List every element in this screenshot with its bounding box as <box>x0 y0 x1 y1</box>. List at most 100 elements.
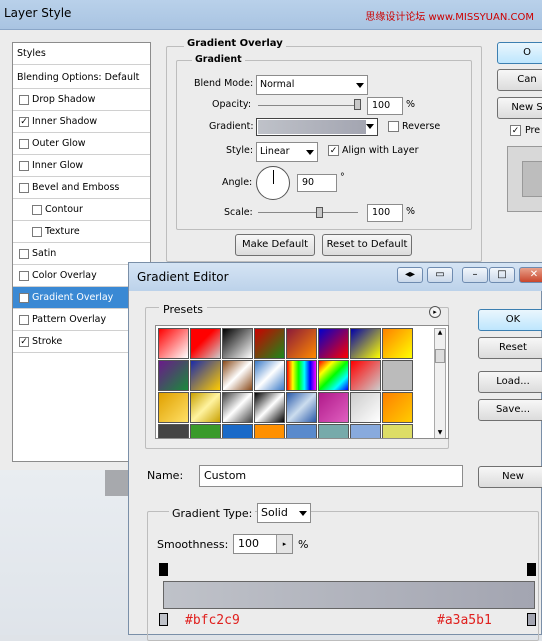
gradient-bar[interactable] <box>163 581 535 609</box>
preset-swatch[interactable] <box>318 360 349 391</box>
preset-swatch[interactable] <box>222 392 253 423</box>
checkbox-checked[interactable]: ✓ <box>19 337 29 347</box>
sidebar-item-bevel-emboss[interactable]: Bevel and Emboss <box>13 177 150 199</box>
sidebar-item-texture[interactable]: Texture <box>13 221 150 243</box>
scroll-thumb[interactable] <box>435 349 445 363</box>
preset-swatch[interactable] <box>254 392 285 423</box>
preset-swatch[interactable] <box>222 328 253 359</box>
preset-swatch[interactable] <box>350 328 381 359</box>
checkbox-checked[interactable]: ✓ <box>19 293 29 303</box>
preset-swatch[interactable] <box>382 328 413 359</box>
checkbox[interactable] <box>19 161 29 171</box>
smoothness-input[interactable]: 100 ▸ <box>233 534 293 554</box>
preset-swatch[interactable] <box>350 424 381 438</box>
preset-swatch[interactable] <box>382 392 413 423</box>
sidebar-item-contour[interactable]: Contour <box>13 199 150 221</box>
presets-scrollbar[interactable]: ▲ ▼ <box>434 328 446 438</box>
preset-swatch[interactable] <box>286 360 317 391</box>
sidebar-item-drop-shadow[interactable]: Drop Shadow <box>13 89 150 111</box>
preset-swatch[interactable] <box>158 424 189 438</box>
make-default-button[interactable]: Make Default <box>235 234 315 256</box>
checkbox[interactable] <box>19 183 29 193</box>
new-style-button[interactable]: New S <box>497 97 542 119</box>
color-stop-left[interactable] <box>159 613 168 626</box>
presets-menu-icon[interactable]: ▸ <box>429 306 441 318</box>
editor-save-button[interactable]: Save... <box>478 399 542 421</box>
preset-swatch[interactable] <box>350 392 381 423</box>
sidebar-item-inner-shadow[interactable]: ✓ Inner Shadow <box>13 111 150 133</box>
angle-dial[interactable] <box>256 166 290 200</box>
checkbox[interactable] <box>19 271 29 281</box>
preset-swatch[interactable] <box>190 328 221 359</box>
preset-swatch[interactable] <box>318 424 349 438</box>
ok-button[interactable]: O <box>497 42 542 64</box>
scale-slider-track[interactable] <box>258 212 358 213</box>
checkbox[interactable] <box>32 205 42 215</box>
chevron-down-icon[interactable] <box>366 124 374 129</box>
sidebar-item-blending-options[interactable]: Blending Options: Default <box>13 67 150 89</box>
preset-swatch[interactable] <box>254 328 285 359</box>
minimize-icon[interactable]: – <box>462 267 488 283</box>
preview-checkbox[interactable]: ✓ <box>510 125 521 136</box>
scale-slider-knob[interactable] <box>316 207 323 218</box>
preset-swatch[interactable] <box>158 328 189 359</box>
preset-swatch[interactable] <box>286 392 317 423</box>
preset-swatch[interactable] <box>318 392 349 423</box>
blend-mode-select[interactable]: Normal <box>256 75 368 95</box>
smoothness-arrow-icon[interactable]: ▸ <box>276 535 292 553</box>
preset-swatch[interactable] <box>190 424 221 438</box>
style-select[interactable]: Linear <box>256 142 318 162</box>
editor-ok-button[interactable]: OK <box>478 309 542 331</box>
scale-label: Scale: <box>224 207 253 218</box>
scroll-down-icon[interactable]: ▼ <box>435 429 445 438</box>
preset-swatch[interactable] <box>382 360 413 391</box>
preset-swatch[interactable] <box>190 360 221 391</box>
preset-swatch[interactable] <box>286 424 317 438</box>
editor-reset-button[interactable]: Reset <box>478 337 542 359</box>
checkbox[interactable] <box>19 249 29 259</box>
checkbox[interactable] <box>32 227 42 237</box>
opacity-stop-right[interactable] <box>527 563 536 576</box>
checkbox-checked[interactable]: ✓ <box>19 117 29 127</box>
sidebar-item-outer-glow[interactable]: Outer Glow <box>13 133 150 155</box>
preset-swatch[interactable] <box>190 392 221 423</box>
sidebar-item-inner-glow[interactable]: Inner Glow <box>13 155 150 177</box>
gradient-type-select[interactable]: Solid <box>257 503 311 523</box>
sidebar-item-styles[interactable]: Styles <box>13 43 150 65</box>
preset-swatch[interactable] <box>158 360 189 391</box>
gradient-editor-titlebar: Gradient Editor ◂▸ ▭ – □ ✕ <box>129 263 542 291</box>
preset-swatch[interactable] <box>222 424 253 438</box>
checkbox[interactable] <box>19 315 29 325</box>
editor-load-button[interactable]: Load... <box>478 371 542 393</box>
scale-input[interactable]: 100 <box>367 204 403 222</box>
preset-swatch[interactable] <box>254 424 285 438</box>
color-stop-right[interactable] <box>527 613 536 626</box>
checkbox[interactable] <box>19 139 29 149</box>
preset-swatch[interactable] <box>222 360 253 391</box>
window-icon[interactable]: ▭ <box>427 267 453 283</box>
align-with-layer-checkbox[interactable]: ✓ <box>328 145 339 156</box>
preset-swatch[interactable] <box>254 360 285 391</box>
preset-swatch[interactable] <box>318 328 349 359</box>
opacity-slider-track[interactable] <box>258 105 358 106</box>
cancel-button[interactable]: Can <box>497 69 542 91</box>
arrows-icon[interactable]: ◂▸ <box>397 267 423 283</box>
gradient-picker[interactable] <box>256 118 378 136</box>
close-icon[interactable]: ✕ <box>519 267 542 283</box>
preset-swatch[interactable] <box>382 424 413 438</box>
scroll-up-icon[interactable]: ▲ <box>435 329 445 339</box>
gradient-label: Gradient: <box>209 121 254 132</box>
reset-to-default-button[interactable]: Reset to Default <box>322 234 412 256</box>
preset-swatch[interactable] <box>286 328 317 359</box>
checkbox[interactable] <box>19 95 29 105</box>
preset-swatch[interactable] <box>158 392 189 423</box>
opacity-stop-left[interactable] <box>159 563 168 576</box>
editor-new-button[interactable]: New <box>478 466 542 488</box>
reverse-checkbox[interactable] <box>388 121 399 132</box>
maximize-icon[interactable]: □ <box>489 267 515 283</box>
gradient-name-input[interactable]: Custom <box>199 465 463 487</box>
opacity-slider-knob[interactable] <box>354 99 361 110</box>
opacity-input[interactable]: 100 <box>367 97 403 115</box>
preset-swatch[interactable] <box>350 360 381 391</box>
angle-input[interactable]: 90 <box>297 174 337 192</box>
